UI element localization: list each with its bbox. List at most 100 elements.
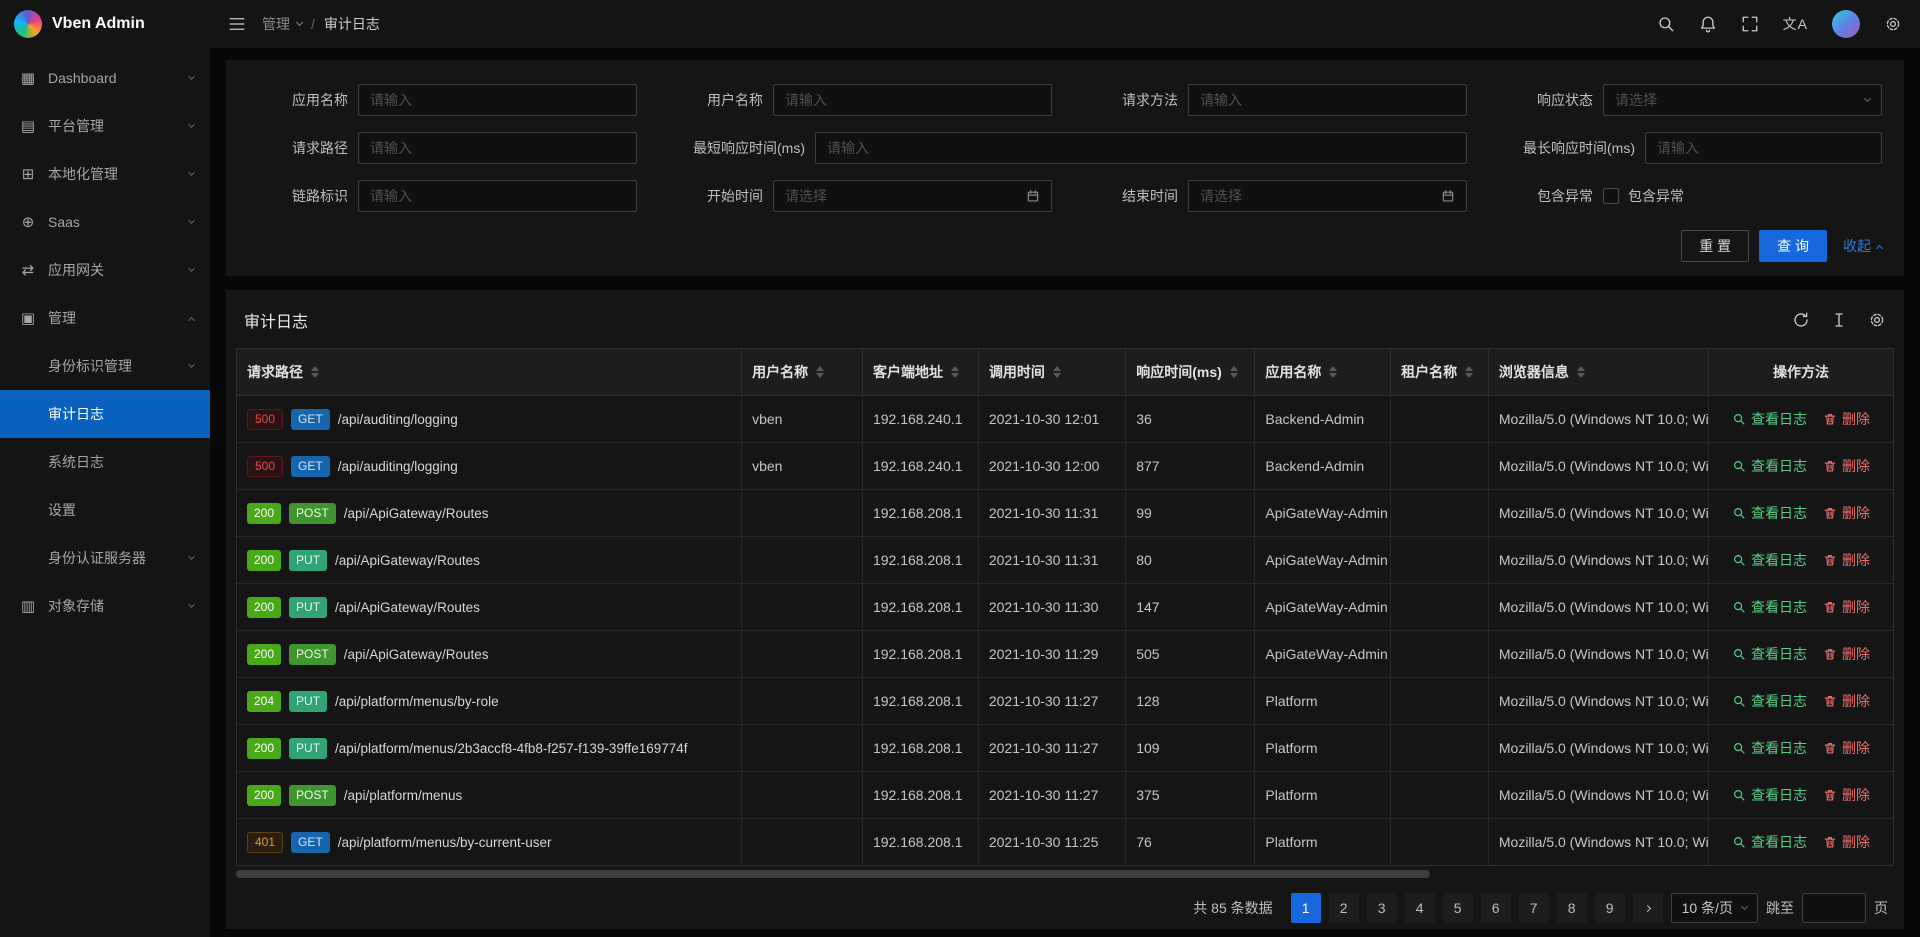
sidebar-item-identity-server[interactable]: 身份认证服务器 [0,534,210,582]
column-header-6[interactable]: 租户名称 [1391,349,1489,395]
delete-button[interactable]: 删除 [1823,691,1870,711]
sort-icon[interactable] [1465,366,1473,378]
client-address-cell: 192.168.208.1 [863,678,979,724]
view-log-button[interactable]: 查看日志 [1732,456,1807,476]
sort-icon[interactable] [311,366,319,378]
sidebar-item-saas[interactable]: ⊕ Saas [0,198,210,246]
breadcrumb-separator: / [311,16,315,32]
jump-page-input[interactable] [1802,893,1866,923]
delete-button[interactable]: 删除 [1823,644,1870,664]
page-button-1[interactable]: 1 [1291,893,1321,923]
column-header-2[interactable]: 客户端地址 [863,349,979,395]
start-time-picker[interactable]: 请选择 [773,180,1052,212]
column-height-icon[interactable] [1830,311,1848,329]
delete-button[interactable]: 删除 [1823,456,1870,476]
delete-label: 删除 [1842,785,1870,805]
translate-icon[interactable]: 文A [1783,14,1808,34]
end-time-picker[interactable]: 请选择 [1188,180,1467,212]
sort-icon[interactable] [816,366,824,378]
page-button-9[interactable]: 9 [1595,893,1625,923]
sidebar-item-object-storage[interactable]: ▥ 对象存储 [0,582,210,630]
view-log-button[interactable]: 查看日志 [1732,785,1807,805]
column-header-1[interactable]: 用户名称 [742,349,863,395]
view-log-button[interactable]: 查看日志 [1732,832,1807,852]
page-button-7[interactable]: 7 [1519,893,1549,923]
request-method-input[interactable] [1188,84,1467,116]
min-response-time-input[interactable] [815,132,1467,164]
sidebar-item-platform-management[interactable]: ▤ 平台管理 [0,102,210,150]
notification-icon[interactable] [1699,15,1717,33]
view-log-button[interactable]: 查看日志 [1732,691,1807,711]
search-icon[interactable] [1657,15,1675,33]
page-button-6[interactable]: 6 [1481,893,1511,923]
sidebar-item-localization-management[interactable]: ⊞ 本地化管理 [0,150,210,198]
request-path: /api/platform/menus/2b3accf8-4fb8-f257-f… [335,741,687,756]
app-name-input[interactable] [358,84,637,116]
table-settings-icon[interactable] [1868,311,1886,329]
sidebar-item-app-gateway[interactable]: ⇄ 应用网关 [0,246,210,294]
max-response-time-input[interactable] [1645,132,1882,164]
sidebar-item-manage[interactable]: ▣ 管理 [0,294,210,342]
view-log-button[interactable]: 查看日志 [1732,644,1807,664]
sidebar-item-identity-management[interactable]: 身份标识管理 [0,342,210,390]
column-header-4[interactable]: 响应时间(ms) [1126,349,1255,395]
column-header-0[interactable]: 请求路径 [237,349,742,395]
page-button-3[interactable]: 3 [1367,893,1397,923]
avatar[interactable] [1832,10,1860,38]
delete-button[interactable]: 删除 [1823,597,1870,617]
delete-button[interactable]: 删除 [1823,738,1870,758]
app-logo[interactable]: Vben Admin [0,0,210,48]
app-name-cell: Platform [1255,772,1391,818]
scrollbar-thumb[interactable] [236,870,1430,878]
response-status-select[interactable]: 请选择 [1603,84,1882,116]
delete-button[interactable]: 删除 [1823,550,1870,570]
page-button-5[interactable]: 5 [1443,893,1473,923]
refresh-icon[interactable] [1792,311,1810,329]
column-header-5[interactable]: 应用名称 [1255,349,1391,395]
user-name-input[interactable] [773,84,1052,116]
next-page-button[interactable] [1633,893,1663,923]
column-header-3[interactable]: 调用时间 [979,349,1126,395]
collapse-button[interactable]: 收起 [1843,236,1882,256]
sort-icon[interactable] [951,366,959,378]
sidebar-item-audit-log[interactable]: 审计日志 [0,390,210,438]
sidebar-item-settings[interactable]: 设置 [0,486,210,534]
sidebar-item-dashboard[interactable]: ▦ Dashboard [0,54,210,102]
content: 应用名称 用户名称 请求方法 响应状态 请选择 [210,48,1920,937]
include-exception-checkbox[interactable] [1603,188,1619,204]
sort-icon[interactable] [1329,366,1337,378]
sort-icon[interactable] [1053,366,1061,378]
menu-fold-icon[interactable] [228,15,246,33]
column-header-7[interactable]: 浏览器信息 [1489,349,1709,395]
status-badge: 500 [247,409,283,430]
breadcrumb-parent[interactable]: 管理 [262,14,302,34]
view-log-button[interactable]: 查看日志 [1732,550,1807,570]
settings-gear-icon[interactable] [1884,15,1902,33]
request-path-cell: 200 PUT /api/ApiGateway/Routes [237,537,742,583]
fullscreen-icon[interactable] [1741,15,1759,33]
page-button-2[interactable]: 2 [1329,893,1359,923]
view-log-button[interactable]: 查看日志 [1732,409,1807,429]
client-address-cell: 192.168.208.1 [863,631,979,677]
delete-button[interactable]: 删除 [1823,503,1870,523]
delete-button[interactable]: 删除 [1823,785,1870,805]
page-size-select[interactable]: 10 条/页 [1671,893,1758,923]
trace-id-input[interactable] [358,180,637,212]
page-button-4[interactable]: 4 [1405,893,1435,923]
column-label: 操作方法 [1773,362,1829,382]
view-log-button[interactable]: 查看日志 [1732,503,1807,523]
request-path-cell: 200 PUT /api/ApiGateway/Routes [237,584,742,630]
page-button-8[interactable]: 8 [1557,893,1587,923]
reset-button[interactable]: 重 置 [1681,230,1749,262]
sort-icon[interactable] [1230,366,1238,378]
request-path-input[interactable] [358,132,637,164]
sidebar-item-system-log[interactable]: 系统日志 [0,438,210,486]
delete-button[interactable]: 删除 [1823,409,1870,429]
view-log-button[interactable]: 查看日志 [1732,738,1807,758]
view-log-button[interactable]: 查看日志 [1732,597,1807,617]
delete-button[interactable]: 删除 [1823,832,1870,852]
menu-label: 应用网关 [48,260,189,280]
query-button[interactable]: 查 询 [1759,230,1827,262]
sort-icon[interactable] [1577,366,1585,378]
jump-label: 跳至 [1766,898,1794,918]
